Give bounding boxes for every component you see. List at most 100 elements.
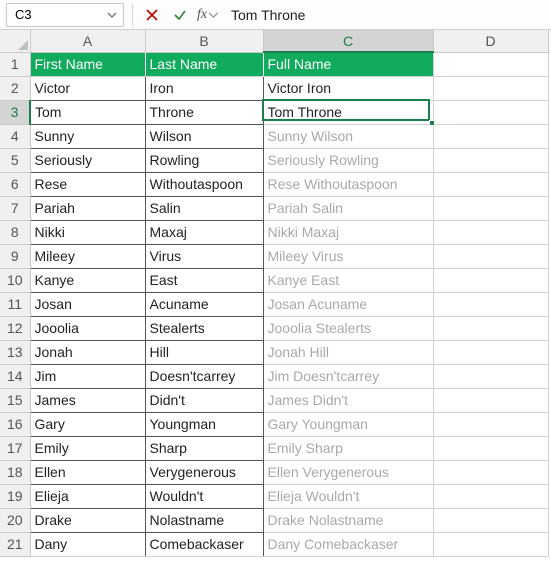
cell-B5[interactable]: Rowling <box>145 148 263 172</box>
cell-A10[interactable]: Kanye <box>30 268 145 292</box>
row-header-3[interactable]: 3 <box>0 100 30 124</box>
cell-B20[interactable]: Nolastname <box>145 508 263 532</box>
row-header-21[interactable]: 21 <box>0 532 30 556</box>
row-header-12[interactable]: 12 <box>0 316 30 340</box>
row-header-1[interactable]: 1 <box>0 52 30 76</box>
cell-C4[interactable]: Sunny Wilson <box>263 124 433 148</box>
cell-C8[interactable]: Nikki Maxaj <box>263 220 433 244</box>
cell-D3[interactable] <box>433 100 548 124</box>
row-header-9[interactable]: 9 <box>0 244 30 268</box>
cell-B17[interactable]: Sharp <box>145 436 263 460</box>
select-all-corner[interactable] <box>0 30 30 52</box>
row-header-7[interactable]: 7 <box>0 196 30 220</box>
cell-D10[interactable] <box>433 268 548 292</box>
cell-A17[interactable]: Emily <box>30 436 145 460</box>
cell-A3[interactable]: Tom <box>30 100 145 124</box>
cell-A1[interactable]: First Name <box>30 52 145 76</box>
row-header-6[interactable]: 6 <box>0 172 30 196</box>
cell-A19[interactable]: Elieja <box>30 484 145 508</box>
row-header-11[interactable]: 11 <box>0 292 30 316</box>
cell-D1[interactable] <box>433 52 548 76</box>
spreadsheet-grid[interactable]: A B C D 1 First Name Last Name Full Name… <box>0 30 551 568</box>
cell-C13[interactable]: Jonah Hill <box>263 340 433 364</box>
cell-D5[interactable] <box>433 148 548 172</box>
cell-D4[interactable] <box>433 124 548 148</box>
cell-B13[interactable]: Hill <box>145 340 263 364</box>
cell-D20[interactable] <box>433 508 548 532</box>
cell-D16[interactable] <box>433 412 548 436</box>
cell-B15[interactable]: Didn't <box>145 388 263 412</box>
cell-C12[interactable]: Jooolia Stealerts <box>263 316 433 340</box>
row-header-10[interactable]: 10 <box>0 268 30 292</box>
cell-C20[interactable]: Drake Nolastname <box>263 508 433 532</box>
row-header-8[interactable]: 8 <box>0 220 30 244</box>
cell-D12[interactable] <box>433 316 548 340</box>
cell-D17[interactable] <box>433 436 548 460</box>
cell-B14[interactable]: Doesn'tcarrey <box>145 364 263 388</box>
cell-B18[interactable]: Verygenerous <box>145 460 263 484</box>
cell-A11[interactable]: Josan <box>30 292 145 316</box>
insert-function-button[interactable]: fx <box>197 4 219 26</box>
cell-A2[interactable]: Victor <box>30 76 145 100</box>
cell-A21[interactable]: Dany <box>30 532 145 556</box>
cell-D13[interactable] <box>433 340 548 364</box>
cell-C19[interactable]: Elieja Wouldn't <box>263 484 433 508</box>
cell-A16[interactable]: Gary <box>30 412 145 436</box>
cell-B7[interactable]: Salin <box>145 196 263 220</box>
cell-B8[interactable]: Maxaj <box>145 220 263 244</box>
cell-A15[interactable]: James <box>30 388 145 412</box>
cell-A18[interactable]: Ellen <box>30 460 145 484</box>
column-header-C[interactable]: C <box>263 30 433 52</box>
cell-D11[interactable] <box>433 292 548 316</box>
column-header-D[interactable]: D <box>433 30 548 52</box>
cell-B3[interactable]: Throne <box>145 100 263 124</box>
cell-B2[interactable]: Iron <box>145 76 263 100</box>
cell-C6[interactable]: Rese Withoutaspoon <box>263 172 433 196</box>
row-header-14[interactable]: 14 <box>0 364 30 388</box>
cell-C7[interactable]: Pariah Salin <box>263 196 433 220</box>
row-header-2[interactable]: 2 <box>0 76 30 100</box>
row-header-16[interactable]: 16 <box>0 412 30 436</box>
cell-B11[interactable]: Acuname <box>145 292 263 316</box>
cell-C10[interactable]: Kanye East <box>263 268 433 292</box>
cell-A5[interactable]: Seriously <box>30 148 145 172</box>
row-header-13[interactable]: 13 <box>0 340 30 364</box>
cell-A14[interactable]: Jim <box>30 364 145 388</box>
cancel-button[interactable] <box>141 4 163 26</box>
cell-B1[interactable]: Last Name <box>145 52 263 76</box>
row-header-5[interactable]: 5 <box>0 148 30 172</box>
cell-D18[interactable] <box>433 460 548 484</box>
cell-D9[interactable] <box>433 244 548 268</box>
cell-A4[interactable]: Sunny <box>30 124 145 148</box>
cell-A7[interactable]: Pariah <box>30 196 145 220</box>
row-header-18[interactable]: 18 <box>0 460 30 484</box>
cell-D6[interactable] <box>433 172 548 196</box>
cell-A8[interactable]: Nikki <box>30 220 145 244</box>
cell-D14[interactable] <box>433 364 548 388</box>
cell-C2[interactable]: Victor Iron <box>263 76 433 100</box>
cell-C18[interactable]: Ellen Verygenerous <box>263 460 433 484</box>
cell-B16[interactable]: Youngman <box>145 412 263 436</box>
cell-A12[interactable]: Jooolia <box>30 316 145 340</box>
cell-A6[interactable]: Rese <box>30 172 145 196</box>
cell-D2[interactable] <box>433 76 548 100</box>
cell-C3[interactable]: Tom Throne <box>263 100 433 124</box>
cell-C16[interactable]: Gary Youngman <box>263 412 433 436</box>
cell-C9[interactable]: Mileey Virus <box>263 244 433 268</box>
cell-C17[interactable]: Emily Sharp <box>263 436 433 460</box>
cell-C14[interactable]: Jim Doesn'tcarrey <box>263 364 433 388</box>
row-header-20[interactable]: 20 <box>0 508 30 532</box>
cell-B4[interactable]: Wilson <box>145 124 263 148</box>
row-header-17[interactable]: 17 <box>0 436 30 460</box>
cell-B12[interactable]: Stealerts <box>145 316 263 340</box>
enter-button[interactable] <box>169 4 191 26</box>
column-header-A[interactable]: A <box>30 30 145 52</box>
fill-handle[interactable] <box>429 120 435 126</box>
cell-D21[interactable] <box>433 532 548 556</box>
column-header-B[interactable]: B <box>145 30 263 52</box>
cell-D8[interactable] <box>433 220 548 244</box>
cell-C15[interactable]: James Didn't <box>263 388 433 412</box>
cell-C11[interactable]: Josan Acuname <box>263 292 433 316</box>
name-box[interactable]: C3 <box>6 3 124 27</box>
cell-D19[interactable] <box>433 484 548 508</box>
